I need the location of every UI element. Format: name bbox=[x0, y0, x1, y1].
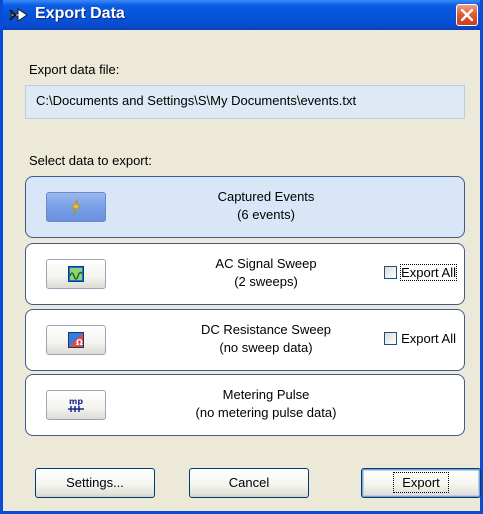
export-file-path-field[interactable]: C:\Documents and Settings\S\My Documents… bbox=[25, 85, 465, 119]
dc-resistance-sweep-icon-button[interactable]: Ω bbox=[46, 325, 106, 355]
dc-export-all-box[interactable] bbox=[384, 331, 398, 345]
svg-text:Ω: Ω bbox=[76, 338, 83, 347]
svg-text:mp: mp bbox=[69, 397, 83, 406]
dc-resistance-sweep-item[interactable]: Ω DC Resistance Sweep (no sweep data) Ex… bbox=[25, 309, 465, 371]
export-button[interactable]: Export bbox=[361, 468, 481, 498]
select-data-label: Select data to export: bbox=[29, 153, 152, 168]
cancel-button[interactable]: Cancel bbox=[189, 468, 309, 498]
ac-sweep-icon bbox=[68, 266, 84, 282]
captured-events-icon-button[interactable] bbox=[46, 192, 106, 222]
export-arrow-icon bbox=[9, 6, 29, 24]
dc-resistance-sweep-title: DC Resistance Sweep bbox=[200, 322, 332, 337]
settings-button[interactable]: Settings... bbox=[35, 468, 155, 498]
dc-resistance-sweep-subtitle: (no sweep data) bbox=[219, 340, 313, 355]
export-file-label: Export data file: bbox=[29, 62, 120, 77]
metering-pulse-title: Metering Pulse bbox=[222, 387, 310, 402]
ac-signal-sweep-title: AC Signal Sweep bbox=[215, 256, 317, 271]
dc-resistance-icon: Ω bbox=[68, 332, 84, 348]
export-data-dialog: Export Data Export data file: C:\Documen… bbox=[0, 0, 483, 514]
dc-export-all-checkbox[interactable]: Export All bbox=[384, 328, 456, 348]
dc-export-all-label[interactable]: Export All bbox=[401, 331, 456, 346]
ac-signal-sweep-subtitle: (2 sweeps) bbox=[234, 274, 298, 289]
captured-events-title: Captured Events bbox=[217, 189, 315, 204]
ac-signal-sweep-icon-button[interactable] bbox=[46, 259, 106, 289]
window-title: Export Data bbox=[35, 5, 125, 22]
ac-export-all-checkbox[interactable]: Export All bbox=[384, 262, 457, 282]
metering-pulse-icon-button[interactable]: mp bbox=[46, 390, 106, 420]
close-icon bbox=[461, 9, 473, 21]
ac-signal-sweep-item[interactable]: AC Signal Sweep (2 sweeps) Export All bbox=[25, 243, 465, 305]
metering-pulse-item[interactable]: mp Metering Pulse (no metering pulse dat… bbox=[25, 374, 465, 436]
captured-events-item[interactable]: Captured Events (6 events) bbox=[25, 176, 465, 238]
captured-events-subtitle: (6 events) bbox=[237, 207, 295, 222]
title-bar[interactable]: Export Data bbox=[3, 0, 480, 30]
lightning-icon bbox=[71, 198, 81, 216]
metering-pulse-subtitle: (no metering pulse data) bbox=[195, 405, 337, 420]
metering-pulse-icon: mp bbox=[68, 397, 84, 412]
close-button[interactable] bbox=[456, 4, 478, 26]
ac-export-all-box[interactable] bbox=[384, 265, 398, 279]
ac-export-all-label[interactable]: Export All bbox=[400, 263, 457, 281]
